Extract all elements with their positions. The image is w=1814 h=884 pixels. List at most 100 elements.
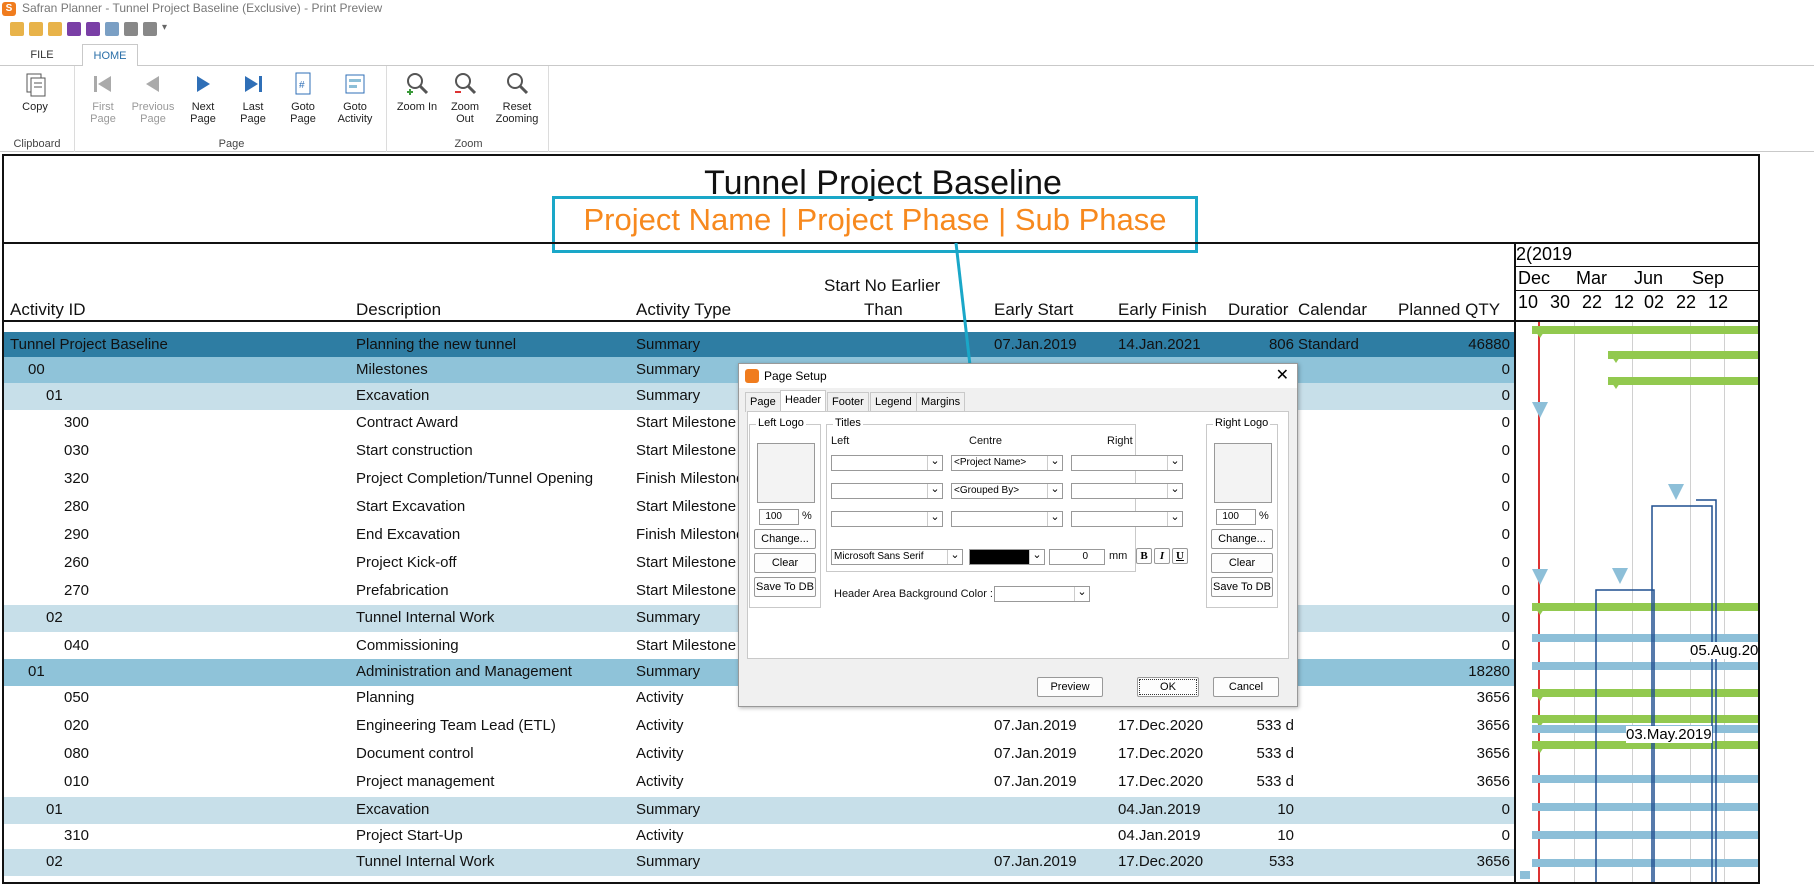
save-icon[interactable] [67, 22, 81, 36]
underline-button[interactable]: U [1172, 548, 1188, 564]
right-title-3[interactable] [1071, 511, 1183, 527]
cell-id: 280 [64, 498, 90, 515]
centre-title-1[interactable]: <Project Name> [951, 455, 1063, 471]
centre-title-2[interactable]: <Grouped By> [951, 483, 1063, 499]
zoom-in-button[interactable]: Zoom In [393, 70, 441, 113]
cell-desc: Tunnel Internal Work [356, 609, 495, 626]
cell-desc: Administration and Management [356, 663, 572, 680]
cell-cal: Standard [1298, 336, 1359, 353]
table-row[interactable]: 310 Project Start-Up Activity 04.Jan.2019 10… [4, 823, 1514, 850]
cell-desc: Milestones [356, 361, 428, 378]
cell-id: 310 [64, 827, 90, 844]
cell-id: 270 [64, 582, 90, 599]
copy-button[interactable]: Copy [11, 70, 59, 113]
print-preview-icon[interactable] [143, 22, 157, 36]
table-row[interactable]: 080 Document control Activity 07.Jan.2019 17… [4, 741, 1514, 768]
layout-icon[interactable] [105, 22, 119, 36]
cell-qty: 0 [1501, 442, 1510, 459]
left-title-3[interactable] [831, 511, 943, 527]
group-zoom-label: Zoom [454, 138, 483, 150]
cell-type: Activity [636, 745, 684, 762]
font-color-select[interactable] [969, 549, 1045, 565]
table-row[interactable]: 010 Project management Activity 07.Jan.2019… [4, 769, 1514, 796]
cell-type: Start Milestone [636, 637, 737, 654]
left-logo-scale[interactable]: 100 [759, 509, 799, 525]
bold-button[interactable]: B [1136, 548, 1152, 564]
cell-dur: 533 d [1256, 717, 1294, 734]
cell-dur: 10 [1277, 801, 1294, 818]
zoom-out-button[interactable]: Zoom Out [441, 70, 489, 125]
tab-file[interactable]: FILE [22, 44, 62, 67]
cell-desc: Tunnel Internal Work [356, 853, 495, 870]
col-start-no-earlier-than: Than [864, 300, 903, 319]
centre-title-3[interactable] [951, 511, 1063, 527]
cancel-button[interactable]: Cancel [1213, 677, 1279, 697]
cell-id: 02 [46, 609, 63, 626]
tab-margins[interactable]: Margins [916, 392, 966, 412]
reset-zoom-icon [507, 73, 529, 95]
tab-footer[interactable]: Footer [827, 392, 869, 412]
right-save-to-db-button[interactable]: Save To DB [1211, 577, 1273, 597]
close-icon[interactable]: ✕ [1276, 365, 1289, 387]
table-row[interactable]: Tunnel Project Baseline Planning the new … [4, 332, 1514, 359]
bg-color-select[interactable] [994, 586, 1090, 602]
gantt-bar [1532, 859, 1758, 867]
left-logo-label: Left Logo [756, 417, 806, 429]
ribbon: Copy Clipboard First Page Previous Page … [0, 66, 1814, 152]
right-title-2[interactable] [1071, 483, 1183, 499]
goto-activity-button[interactable]: Goto Activity [331, 70, 379, 125]
customize-icon[interactable]: ▾ [162, 22, 170, 36]
right-logo-scale[interactable]: 100 [1216, 509, 1256, 525]
next-page-button[interactable]: Next Page [179, 70, 227, 125]
first-page-button[interactable]: First Page [79, 70, 127, 125]
previous-page-label: Previous Page [131, 101, 175, 125]
cell-qty: 3656 [1476, 745, 1510, 762]
gantt-bar [1532, 775, 1758, 783]
mm-label: mm [1109, 550, 1128, 562]
tab-header[interactable]: Header [780, 390, 827, 412]
left-save-to-db-button[interactable]: Save To DB [754, 577, 816, 597]
table-row[interactable]: 02 Tunnel Internal Work Summary 07.Jan.2019… [4, 849, 1514, 876]
right-change-button[interactable]: Change... [1211, 529, 1273, 549]
gantt-bar [1608, 377, 1758, 385]
last-page-button[interactable]: Last Page [229, 70, 277, 125]
tab-page[interactable]: Page [745, 392, 781, 412]
gantt-bar [1532, 803, 1758, 811]
right-title-1[interactable] [1071, 455, 1183, 471]
left-clear-button[interactable]: Clear [754, 553, 816, 573]
cell-desc: Planning [356, 689, 415, 706]
right-clear-button[interactable]: Clear [1211, 553, 1273, 573]
previous-page-button[interactable]: Previous Page [129, 70, 177, 125]
col-activity-type: Activity Type [636, 300, 732, 319]
left-title-1[interactable] [831, 455, 943, 471]
cell-dur: 533 d [1256, 773, 1294, 790]
gantt-bar [1520, 871, 1530, 879]
ok-button[interactable]: OK [1137, 677, 1199, 697]
new-icon[interactable] [10, 22, 24, 36]
gantt-milestone [1532, 402, 1548, 418]
goto-page-button[interactable]: # Goto Page [279, 70, 327, 125]
pct-label: % [1259, 510, 1269, 522]
tab-legend[interactable]: Legend [870, 392, 917, 412]
print-icon[interactable] [124, 22, 138, 36]
table-row[interactable]: 020 Engineering Team Lead (ETL) Activity 07… [4, 713, 1514, 740]
left-logo-group: Left Logo 100 % Change... Clear Save To … [749, 417, 821, 608]
left-title-2[interactable] [831, 483, 943, 499]
preview-button[interactable]: Preview [1037, 677, 1103, 697]
cell-type: Finish Milestone [636, 470, 745, 487]
left-change-button[interactable]: Change... [754, 529, 816, 549]
font-select[interactable]: Microsoft Sans Serif [831, 549, 963, 565]
cell-type: Summary [636, 336, 701, 353]
cell-id: 01 [46, 801, 63, 818]
font-size-spin[interactable]: 0 [1049, 549, 1105, 565]
save-as-icon[interactable] [86, 22, 100, 36]
first-page-icon [94, 76, 111, 92]
italic-button[interactable]: I [1154, 548, 1170, 564]
folder-icon[interactable] [48, 22, 62, 36]
reset-zooming-button[interactable]: Reset Zooming [493, 70, 541, 125]
table-row[interactable]: 01 Excavation Summary 04.Jan.2019 10 0 [4, 797, 1514, 824]
zoom-in-icon [407, 73, 429, 95]
titles-label: Titles [833, 417, 863, 429]
tab-home[interactable]: HOME [82, 44, 138, 67]
open-icon[interactable] [29, 22, 43, 36]
